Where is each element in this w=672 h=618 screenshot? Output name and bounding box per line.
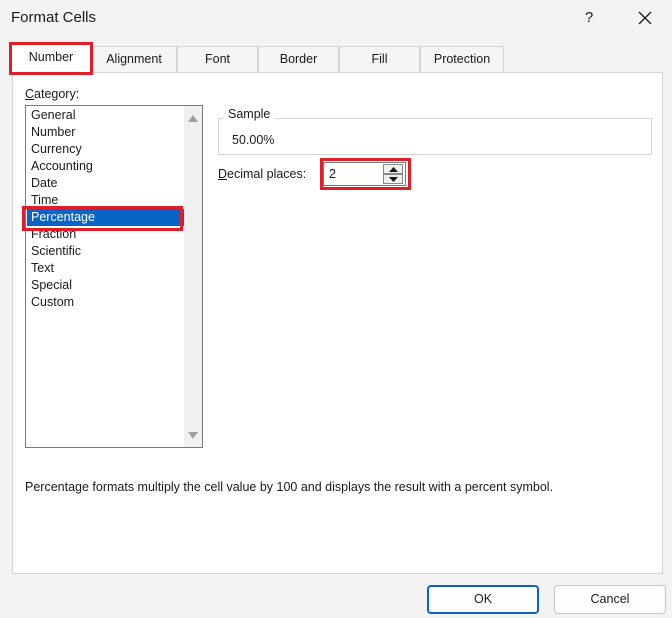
sample-value: 50.00%: [232, 133, 275, 147]
format-description: Percentage formats multiply the cell val…: [25, 480, 554, 494]
category-item-percentage[interactable]: Percentage: [27, 209, 185, 226]
decimal-places-spinner[interactable]: 2: [323, 162, 406, 186]
spinner-buttons: [383, 164, 403, 184]
spinner-up-button[interactable]: [383, 164, 403, 174]
category-item-special[interactable]: Special: [27, 277, 185, 294]
dialog-title: Format Cells: [11, 9, 97, 26]
category-listbox[interactable]: General Number Currency Accounting Date …: [25, 105, 203, 448]
decimal-places-mnemonic: D: [218, 167, 228, 181]
sample-label: Sample: [224, 107, 275, 121]
triangle-down-icon: [389, 177, 398, 182]
decimal-places-label: Decimal places:: [218, 167, 306, 181]
category-item-general[interactable]: General: [27, 107, 185, 124]
category-item-text[interactable]: Text: [27, 260, 185, 277]
category-item-number[interactable]: Number: [27, 124, 185, 141]
category-label-mnemonic: C: [25, 87, 35, 101]
decimal-places-input[interactable]: 2: [327, 166, 382, 183]
category-item-custom[interactable]: Custom: [27, 294, 185, 311]
title-bar: Format Cells ?: [0, 0, 672, 36]
category-item-accounting[interactable]: Accounting: [27, 158, 185, 175]
category-item-time[interactable]: Time: [27, 192, 185, 209]
triangle-up-icon: [389, 167, 398, 172]
category-item-date[interactable]: Date: [27, 175, 185, 192]
decimal-places-label-text: ecimal places:: [227, 167, 307, 181]
tab-protection[interactable]: Protection: [420, 46, 504, 72]
scroll-up-icon[interactable]: [188, 114, 198, 122]
close-icon: [638, 11, 652, 25]
sample-group: [218, 118, 652, 155]
tab-fill[interactable]: Fill: [339, 46, 420, 72]
category-scrollbar[interactable]: [184, 106, 202, 447]
category-label-text: ategory:: [34, 87, 80, 101]
scroll-down-icon[interactable]: [188, 432, 198, 440]
close-button[interactable]: [628, 4, 662, 32]
tab-number[interactable]: Number: [11, 44, 91, 73]
category-label: Category:: [25, 87, 79, 101]
cancel-button[interactable]: Cancel: [554, 585, 666, 614]
tab-border[interactable]: Border: [258, 46, 339, 72]
category-item-fraction[interactable]: Fraction: [27, 226, 185, 243]
tab-alignment[interactable]: Alignment: [91, 46, 177, 72]
help-button[interactable]: ?: [572, 4, 606, 32]
category-item-scientific[interactable]: Scientific: [27, 243, 185, 260]
spinner-down-button[interactable]: [383, 174, 403, 184]
category-item-currency[interactable]: Currency: [27, 141, 185, 158]
category-list: General Number Currency Accounting Date …: [27, 107, 185, 311]
ok-button[interactable]: OK: [427, 585, 539, 614]
tab-font[interactable]: Font: [177, 46, 258, 72]
